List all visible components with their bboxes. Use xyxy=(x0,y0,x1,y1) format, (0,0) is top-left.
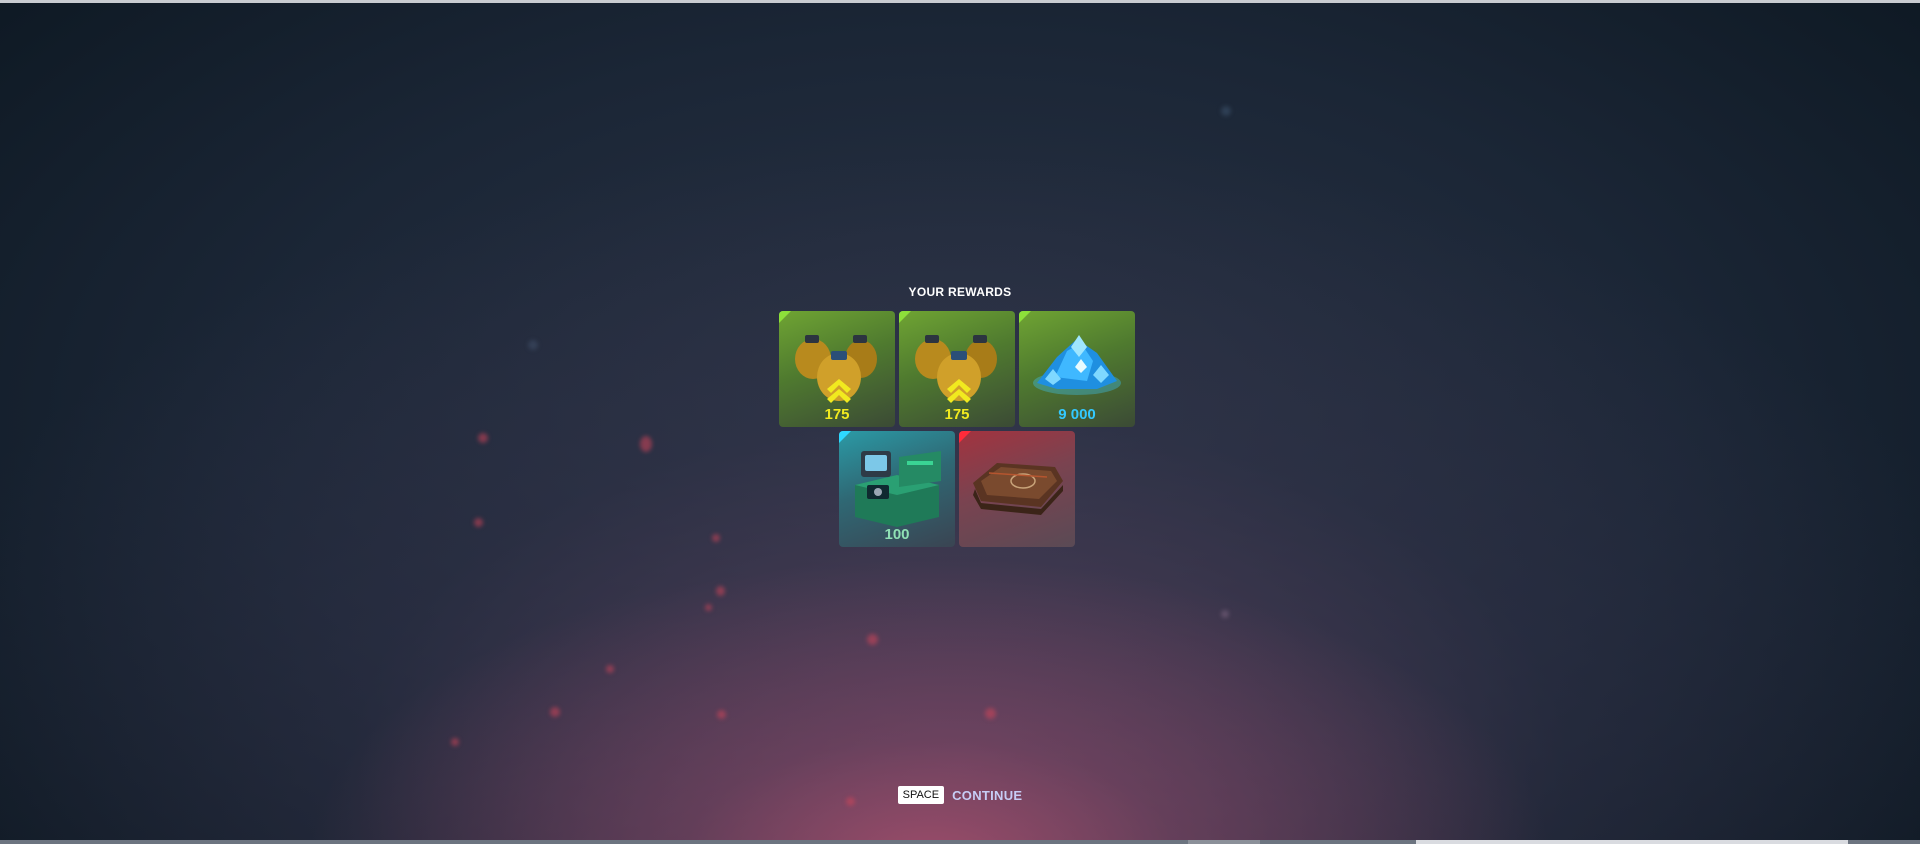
reward-card-crystals[interactable]: 9 000 xyxy=(1019,311,1135,427)
progress-segment xyxy=(1416,840,1848,844)
particle xyxy=(528,340,538,350)
top-border xyxy=(0,0,1920,3)
particle xyxy=(1221,610,1229,618)
reward-amount: 9 000 xyxy=(1058,406,1096,423)
particle xyxy=(451,738,459,746)
gold-canisters-icon xyxy=(915,335,997,403)
reward-card-overdrive-2[interactable]: 175 xyxy=(899,311,1015,427)
gold-canisters-icon xyxy=(795,335,877,403)
particle xyxy=(716,586,725,596)
particle xyxy=(1221,106,1231,116)
particle xyxy=(550,707,560,717)
particle xyxy=(867,634,878,645)
crystals-icon xyxy=(1033,335,1121,395)
reward-amount: 175 xyxy=(824,406,850,423)
reward-card-hull[interactable] xyxy=(959,431,1075,547)
particle xyxy=(985,708,996,719)
reward-card-container[interactable]: 100 xyxy=(839,431,955,547)
particle xyxy=(606,665,614,673)
particle xyxy=(705,604,712,611)
reward-card-overdrive-1[interactable]: 175 xyxy=(779,311,895,427)
particle xyxy=(478,433,488,443)
rewards-title: YOUR REWARDS xyxy=(908,285,1012,299)
particle xyxy=(712,534,720,542)
tank-hull-icon xyxy=(973,463,1063,515)
reward-amount: 100 xyxy=(884,526,910,543)
particle xyxy=(640,436,652,452)
continue-prompt[interactable]: SPACE CONTINUE xyxy=(0,786,1920,804)
continue-button[interactable]: CONTINUE xyxy=(952,788,1022,803)
bottom-progress-bar xyxy=(0,840,1920,844)
particle xyxy=(474,518,483,527)
space-key-badge[interactable]: SPACE xyxy=(897,786,945,804)
particle xyxy=(717,710,726,719)
progress-segment xyxy=(1188,840,1260,844)
reward-amount: 175 xyxy=(944,406,970,423)
container-icon xyxy=(855,451,941,527)
